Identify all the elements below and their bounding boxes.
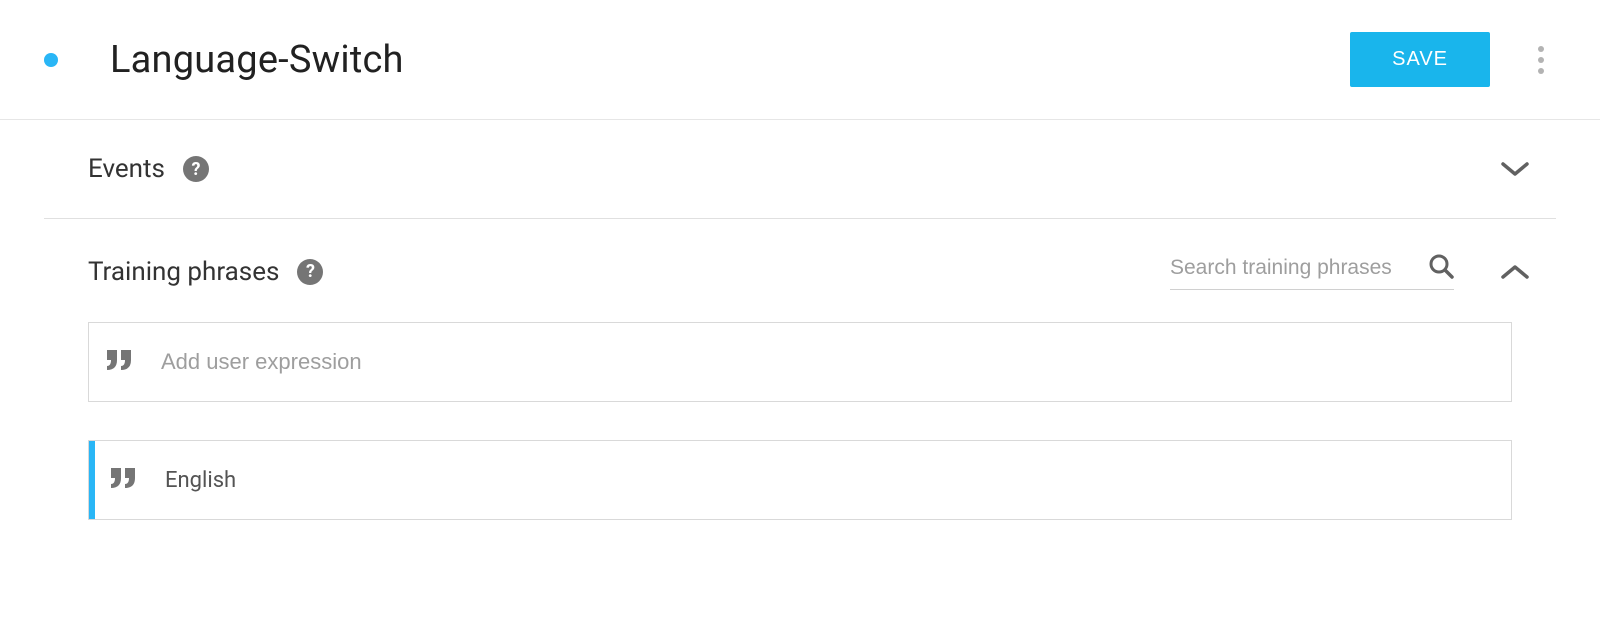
training-phrases-section-header: Training phrases ? [44, 219, 1556, 310]
help-icon[interactable]: ? [297, 259, 323, 285]
quote-icon [107, 347, 133, 377]
help-icon[interactable]: ? [183, 156, 209, 182]
training-phrase-row[interactable]: English [88, 440, 1512, 520]
content-area: Events ? Training phrases ? [0, 120, 1600, 520]
events-section-header[interactable]: Events ? [44, 120, 1556, 219]
training-phrases-title: Training phrases [88, 257, 279, 287]
more-options-button[interactable] [1526, 38, 1556, 82]
training-phrases-list: English [44, 310, 1556, 520]
training-phrase-text: English [165, 468, 236, 493]
status-dot-icon [44, 53, 58, 67]
page-title: Language-Switch [110, 38, 1350, 82]
chevron-down-icon[interactable] [1494, 154, 1536, 184]
events-title: Events [88, 154, 165, 184]
chevron-up-icon[interactable] [1494, 257, 1536, 287]
search-training-phrases[interactable] [1170, 253, 1454, 290]
add-expression-input[interactable] [161, 349, 1493, 375]
page-header: Language-Switch SAVE [0, 0, 1600, 120]
add-expression-row[interactable] [88, 322, 1512, 402]
quote-icon [111, 465, 137, 495]
save-button[interactable]: SAVE [1350, 32, 1490, 87]
more-vertical-icon [1538, 46, 1544, 52]
search-icon[interactable] [1428, 253, 1454, 283]
search-input[interactable] [1170, 256, 1420, 280]
